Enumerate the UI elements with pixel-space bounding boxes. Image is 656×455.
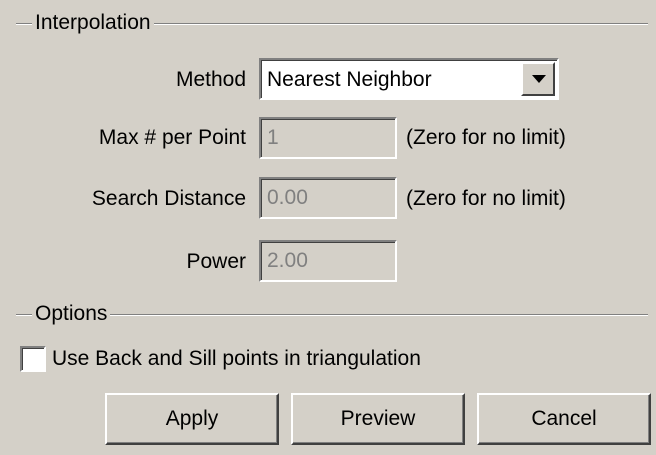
max-per-point-input[interactable] (259, 117, 397, 159)
apply-button[interactable]: Apply (105, 393, 279, 445)
interpolation-dialog: Interpolation Method Nearest Neighbor Ma… (0, 0, 656, 455)
max-per-point-hint: (Zero for no limit) (406, 126, 566, 149)
options-group-border (16, 314, 648, 316)
preview-button[interactable]: Preview (291, 393, 465, 445)
cancel-button[interactable]: Cancel (477, 393, 651, 445)
use-back-sill-checkbox[interactable] (20, 346, 46, 372)
method-select[interactable]: Nearest Neighbor (259, 58, 559, 100)
use-back-sill-label[interactable]: Use Back and Sill points in triangulatio… (52, 347, 421, 371)
method-select-value: Nearest Neighbor (267, 68, 432, 91)
max-per-point-label: Max # per Point (98, 126, 246, 149)
search-distance-label: Search Distance (91, 187, 246, 210)
method-label: Method (175, 68, 246, 91)
interpolation-group-title: Interpolation (32, 11, 154, 35)
power-input[interactable] (259, 240, 397, 282)
options-group-title: Options (32, 302, 111, 326)
search-distance-hint: (Zero for no limit) (406, 187, 566, 210)
power-label: Power (186, 250, 246, 273)
search-distance-input[interactable] (259, 177, 397, 219)
chevron-down-icon[interactable] (521, 62, 555, 96)
